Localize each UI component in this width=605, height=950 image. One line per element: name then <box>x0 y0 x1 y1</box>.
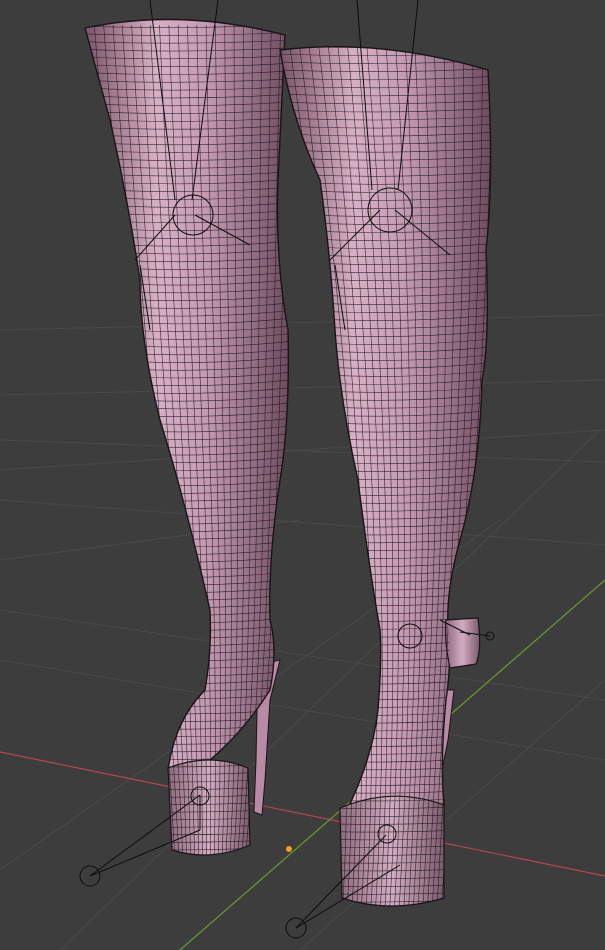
wire-ring <box>85 606 289 616</box>
wire-ring <box>85 629 289 639</box>
right-boot-mesh[interactable] <box>55 18 320 872</box>
wire-ring <box>85 583 289 593</box>
wire-ring <box>85 683 289 692</box>
wire-ring <box>85 552 289 563</box>
grid-line <box>59 429 601 950</box>
wire-ring <box>85 591 289 601</box>
wire-ring <box>85 675 289 685</box>
wire-ring <box>85 575 289 586</box>
wire-ring <box>85 545 289 555</box>
left-boot-mesh[interactable] <box>250 43 522 918</box>
wire-ring <box>85 698 289 707</box>
grid-line <box>0 659 605 761</box>
wire-ring <box>280 46 491 48</box>
scene-origin-point[interactable] <box>286 846 292 852</box>
grid-line <box>0 439 605 463</box>
grid-line <box>0 609 605 701</box>
wire-ring <box>85 568 289 578</box>
wire-ring <box>85 691 289 700</box>
3d-viewport[interactable] <box>0 0 605 950</box>
wire-ring <box>85 614 289 624</box>
wire-ring <box>85 621 289 631</box>
wire-ring <box>85 537 289 548</box>
grid-line <box>0 499 605 546</box>
grid-line <box>0 314 605 331</box>
wire-ring <box>85 598 289 609</box>
wire-ring <box>85 522 289 532</box>
viewport-scene[interactable] <box>0 0 605 950</box>
wire-ring <box>85 560 289 571</box>
wire-ring <box>85 637 289 647</box>
grid-line <box>0 379 605 396</box>
floor-grid <box>0 314 605 950</box>
wire-ring <box>85 644 289 654</box>
x-axis-line <box>0 751 605 877</box>
wire-ring <box>85 667 289 677</box>
wire-ring <box>85 660 289 669</box>
grid-line <box>0 429 605 471</box>
wire-ring <box>250 913 522 918</box>
